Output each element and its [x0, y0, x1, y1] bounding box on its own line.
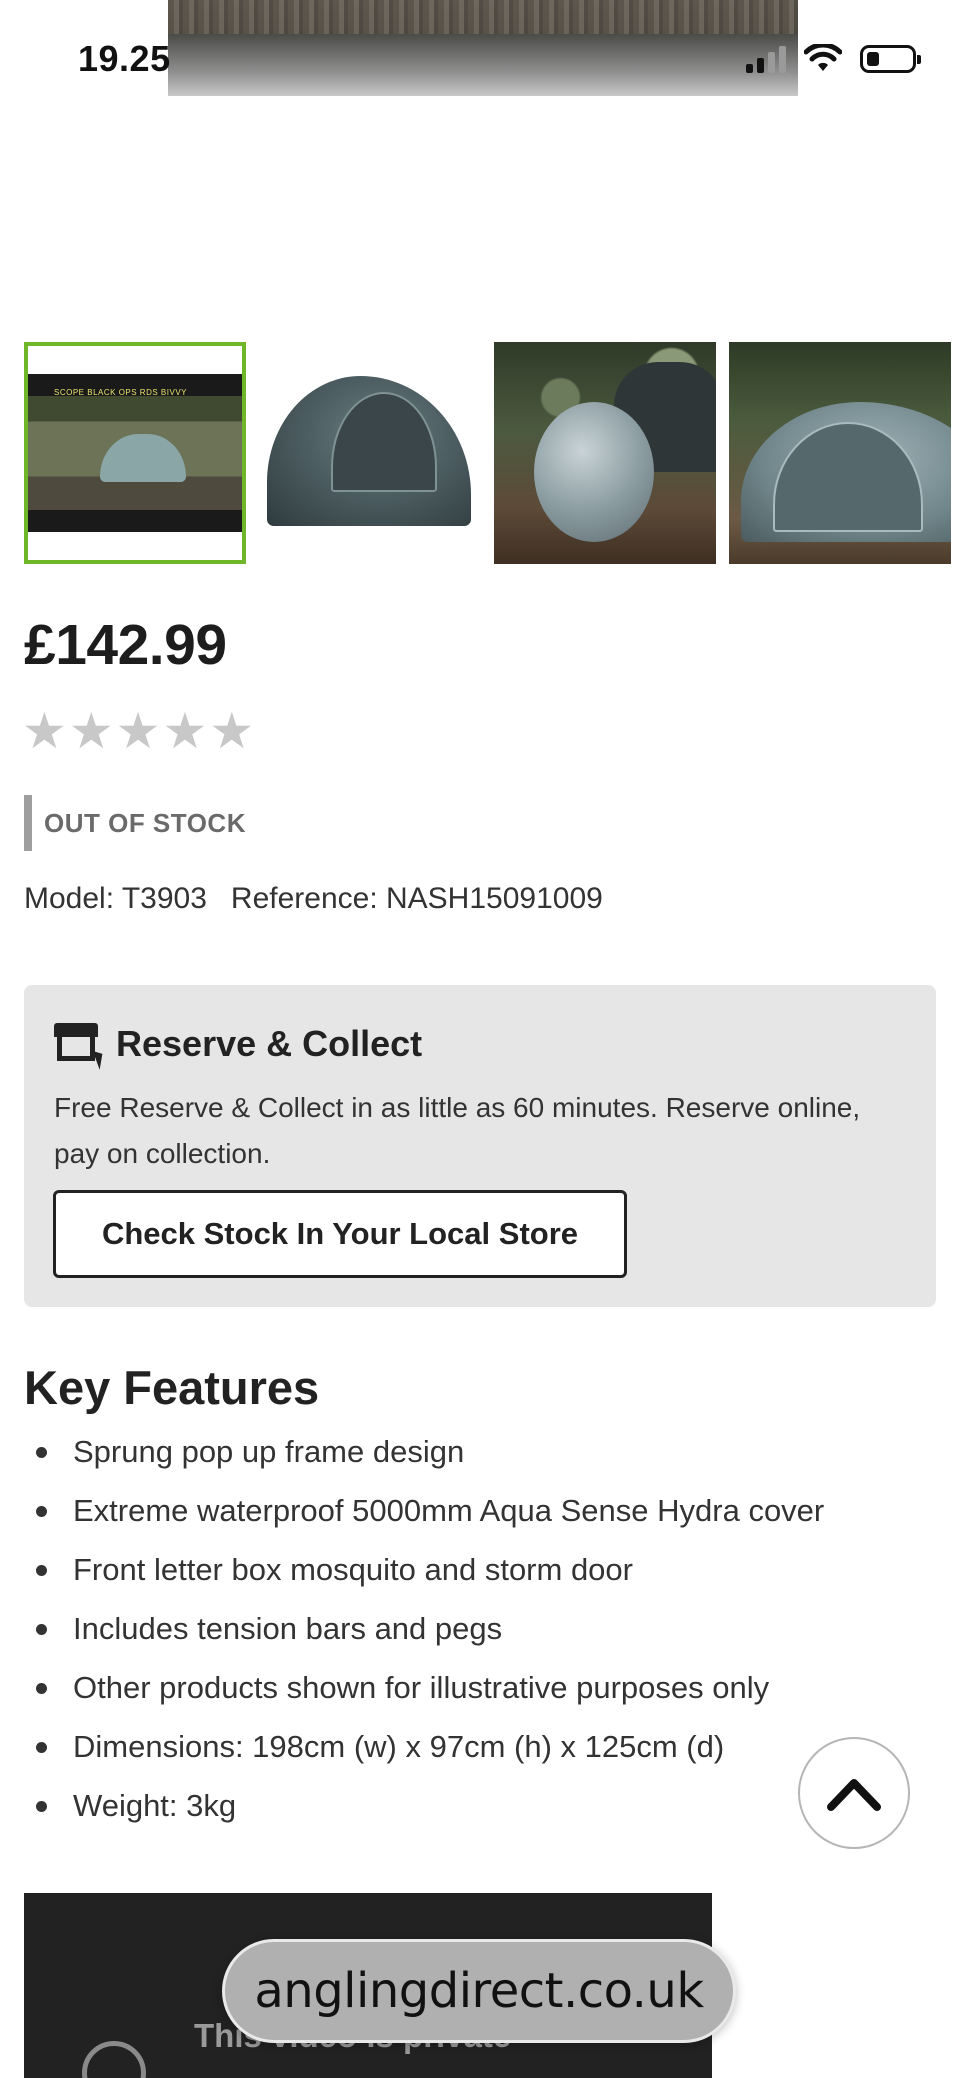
scroll-to-top-button[interactable] [798, 1737, 910, 1849]
rating-stars[interactable]: ★ ★ ★ ★ ★ [22, 706, 254, 756]
video-thumbnail: SCOPE BLACK OPS RDS BIVVY [28, 374, 242, 532]
reference-number: Reference: NASH15091009 [230, 882, 603, 915]
thumbnail-tent[interactable] [259, 342, 481, 564]
star-icon: ★ [209, 702, 255, 760]
list-item: Other products shown for illustrative pu… [24, 1664, 924, 1711]
cellular-signal-icon [746, 45, 786, 73]
check-stock-button[interactable]: Check Stock In Your Local Store [53, 1190, 627, 1278]
list-item: Extreme waterproof 5000mm Aqua Sense Hyd… [24, 1487, 924, 1534]
star-icon: ★ [115, 702, 161, 760]
key-features-list: Sprung pop up frame design Extreme water… [24, 1428, 924, 1841]
star-icon: ★ [162, 702, 208, 760]
thumbnail-gallery: SCOPE BLACK OPS RDS BIVVY [24, 342, 960, 564]
stock-status-text: OUT OF STOCK [44, 807, 246, 838]
thumbnail-caption: SCOPE BLACK OPS RDS BIVVY [54, 388, 187, 397]
star-icon: ★ [68, 702, 114, 760]
reserve-collect-header: Reserve & Collect [54, 1023, 423, 1070]
info-icon [82, 2041, 146, 2078]
thumbnail-video[interactable]: SCOPE BLACK OPS RDS BIVVY [24, 342, 246, 564]
list-item: Sprung pop up frame design [24, 1428, 924, 1475]
key-features-title: Key Features [24, 1361, 320, 1414]
chevron-up-icon [827, 1779, 881, 1811]
product-price: £142.99 [24, 613, 227, 677]
product-identifiers: Model: T3903 Reference: NASH15091009 [24, 882, 603, 916]
thumbnail-tent-camo[interactable] [494, 342, 716, 564]
reserve-collect-panel: Reserve & Collect Free Reserve & Collect… [24, 985, 936, 1307]
status-time: 19.25 [78, 38, 171, 79]
stock-status-badge: OUT OF STOCK [24, 795, 246, 851]
list-item: Dimensions: 198cm (w) x 97cm (h) x 125cm… [24, 1723, 924, 1770]
tent-image [100, 434, 186, 482]
wifi-icon [804, 44, 842, 71]
list-item: Weight: 3kg [24, 1782, 924, 1829]
store-click-icon [54, 1023, 108, 1070]
model-number: Model: T3903 [24, 882, 207, 915]
star-icon: ★ [22, 702, 67, 760]
thumbnail-tent-outdoor[interactable] [729, 342, 951, 564]
list-item: Front letter box mosquito and storm door [24, 1546, 924, 1593]
tent-fabric-image [534, 402, 654, 542]
reserve-collect-title: Reserve & Collect [116, 1023, 423, 1064]
status-icons [746, 44, 921, 74]
reserve-collect-description: Free Reserve & Collect in as little as 6… [54, 1092, 861, 1169]
list-item: Includes tension bars and pegs [24, 1605, 924, 1652]
product-hero-image[interactable] [168, 0, 798, 96]
url-text: anglingdirect.co.uk [254, 1963, 704, 2019]
battery-icon [860, 45, 921, 73]
browser-address-bar[interactable]: anglingdirect.co.uk [222, 1939, 736, 2043]
